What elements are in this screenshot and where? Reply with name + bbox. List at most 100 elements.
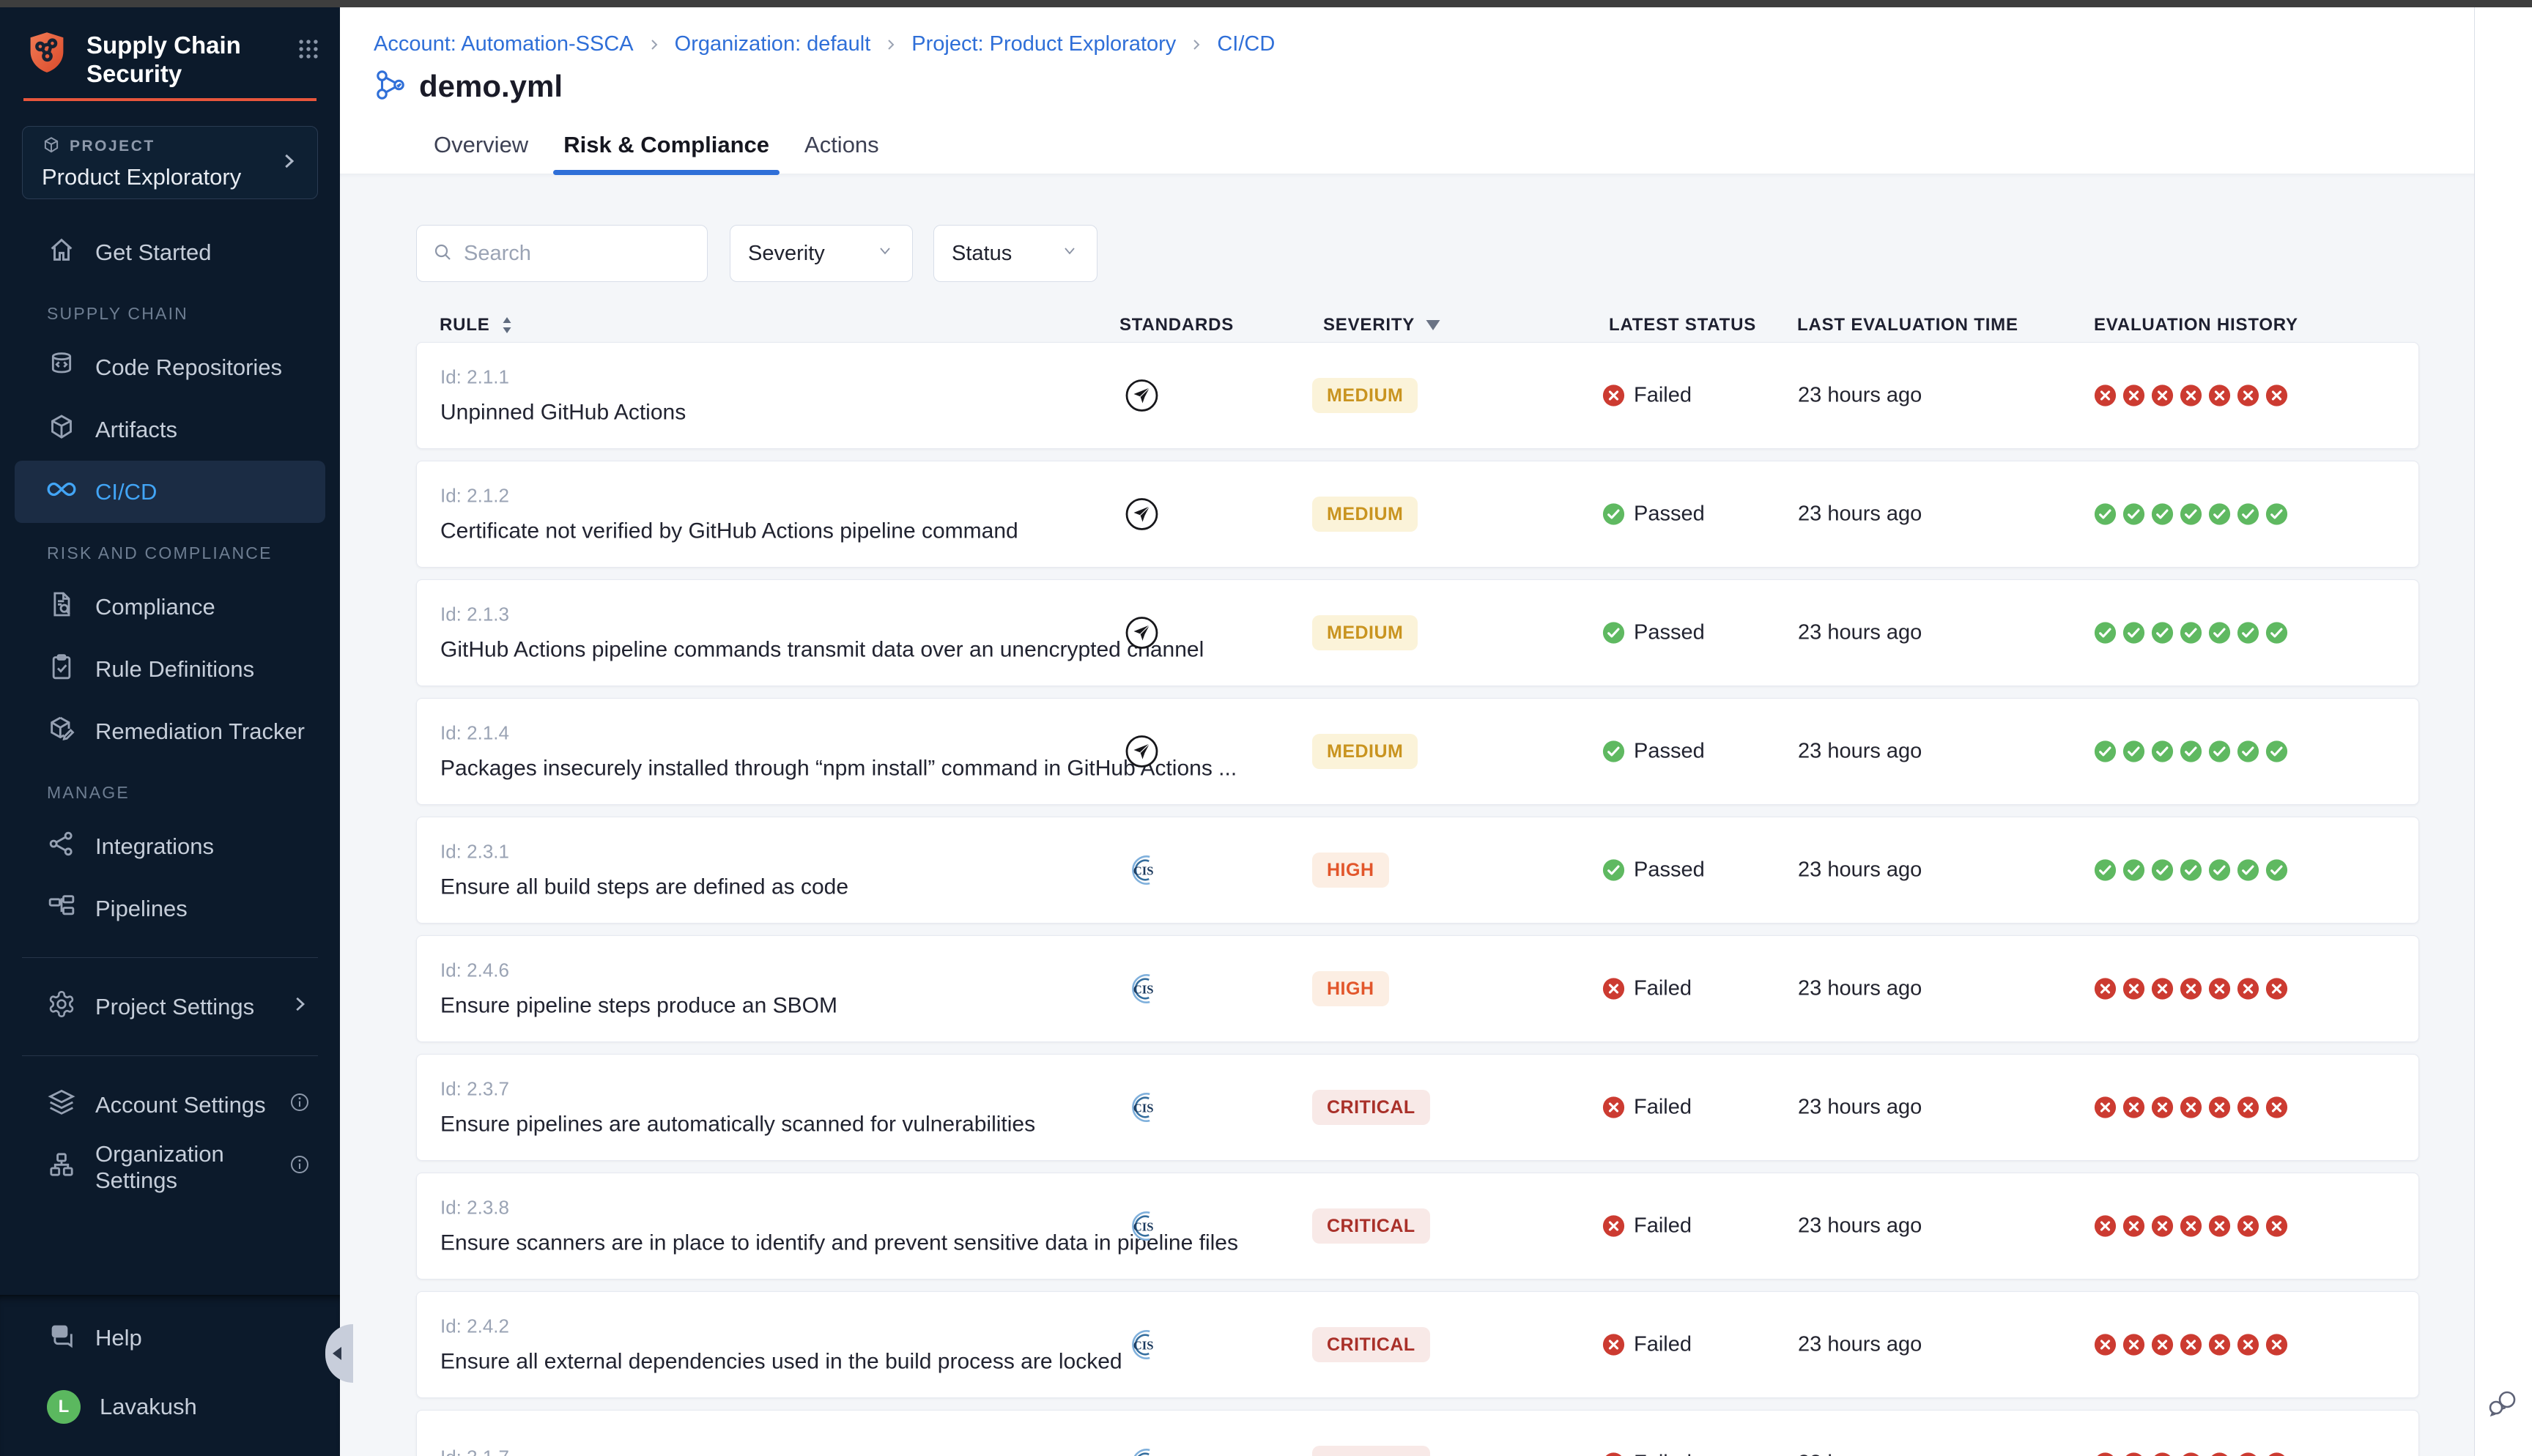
svg-text:CIS: CIS	[1133, 1338, 1154, 1352]
owasp-standard-icon	[1125, 616, 1159, 650]
table-row[interactable]: Id: 3.1.7 CIS CRITICAL Failed	[416, 1410, 2419, 1456]
search-input[interactable]	[464, 242, 692, 266]
table-row[interactable]: Id: 2.1.1 Unpinned GitHub Actions CIS ME…	[416, 342, 2419, 449]
rule-title: Ensure scanners are in place to identify…	[440, 1231, 1100, 1256]
sidebar-item-remediation-tracker[interactable]: Remediation Tracker	[0, 700, 340, 762]
info-icon[interactable]	[289, 1091, 311, 1119]
infinity-icon	[47, 475, 76, 510]
sort-desc-icon	[1425, 319, 1441, 331]
eval-time: 23 hours ago	[1798, 977, 1922, 1001]
check-circle-icon	[2180, 740, 2202, 763]
sidebar-item-integrations[interactable]: Integrations	[0, 815, 340, 877]
eval-time: 23 hours ago	[1798, 502, 1922, 527]
x-circle-icon	[2180, 1096, 2202, 1119]
svg-text:CIS: CIS	[1133, 982, 1154, 996]
x-circle-icon	[2180, 1334, 2202, 1356]
x-circle-icon	[2151, 385, 2174, 407]
eval-time: 23 hours ago	[1798, 621, 1922, 645]
project-label: PROJECT	[70, 138, 155, 155]
status-cell: Passed	[1602, 858, 1705, 883]
project-selector[interactable]: PROJECT Product Exploratory	[22, 126, 318, 199]
status-icon	[1602, 622, 1625, 645]
severity-cell: CRITICAL	[1312, 1090, 1430, 1125]
sidebar-nav: Get Started SUPPLY CHAIN Code Repositori…	[0, 221, 340, 940]
table-row[interactable]: Id: 2.3.1 Ensure all build steps are def…	[416, 817, 2419, 924]
rule-cell: Id: 2.1.2 Certificate not verified by Gi…	[440, 485, 1018, 544]
user-avatar: L	[47, 1390, 81, 1424]
sidebar-item-account-settings[interactable]: Account Settings	[0, 1074, 340, 1136]
table-row[interactable]: Id: 2.4.2 Ensure all external dependenci…	[416, 1291, 2419, 1398]
info-icon[interactable]	[289, 1154, 311, 1181]
status-icon	[1602, 740, 1625, 763]
column-header-rule[interactable]: RULE	[440, 315, 514, 335]
table-row[interactable]: Id: 2.1.2 Certificate not verified by Gi…	[416, 461, 2419, 568]
org-hierarchy-icon	[47, 1150, 76, 1185]
support-chat-button[interactable]	[2484, 1386, 2522, 1424]
history-cell	[2094, 1452, 2288, 1456]
column-header-severity[interactable]: SEVERITY	[1323, 315, 1441, 335]
table-header: RULE STANDARDS SEVERITY LATEST STATUS LA…	[416, 308, 2419, 342]
history-cell	[2094, 503, 2288, 526]
sidebar-item-compliance[interactable]: Compliance	[0, 576, 340, 638]
status-filter-dropdown[interactable]: Status	[933, 225, 1097, 282]
status-label: Failed	[1634, 1096, 1692, 1120]
breadcrumb-organization[interactable]: Organization: default	[675, 32, 871, 56]
x-circle-icon	[2265, 978, 2288, 1000]
table-row[interactable]: Id: 2.3.8 Ensure scanners are in place t…	[416, 1173, 2419, 1279]
rule-cell: Id: 2.3.8 Ensure scanners are in place t…	[440, 1197, 1100, 1256]
sidebar-item-cicd[interactable]: CI/CD	[15, 461, 325, 523]
rule-id: Id: 2.3.7	[440, 1078, 1035, 1101]
check-circle-icon	[2237, 622, 2259, 645]
user-menu[interactable]: L Lavakush	[0, 1381, 340, 1433]
tab-overview[interactable]: Overview	[423, 115, 538, 175]
breadcrumb-cicd[interactable]: CI/CD	[1217, 32, 1275, 56]
sidebar-item-organization-settings[interactable]: Organization Settings	[0, 1136, 340, 1198]
x-circle-icon	[2180, 385, 2202, 407]
check-circle-icon	[2151, 859, 2174, 882]
x-circle-icon	[2122, 1334, 2145, 1356]
sidebar-item-rule-definitions[interactable]: Rule Definitions	[0, 638, 340, 700]
table-row[interactable]: Id: 2.1.3 GitHub Actions pipeline comman…	[416, 579, 2419, 686]
status-cell: Failed	[1602, 977, 1692, 1001]
supply-chain-security-logo-icon	[23, 29, 70, 76]
collapse-arrow-icon	[333, 1347, 341, 1360]
chevron-right-icon	[278, 150, 300, 176]
rule-cell: Id: 2.1.1 Unpinned GitHub Actions	[440, 366, 686, 426]
tab-actions[interactable]: Actions	[794, 115, 889, 175]
sidebar-item-project-settings[interactable]: Project Settings	[0, 976, 340, 1038]
cis-standard-icon: CIS	[1125, 1091, 1159, 1125]
breadcrumb-project[interactable]: Project: Product Exploratory	[911, 32, 1176, 56]
status-cell: Failed	[1602, 384, 1692, 408]
breadcrumb-account[interactable]: Account: Automation-SSCA	[374, 32, 634, 56]
check-circle-icon	[2094, 503, 2117, 526]
check-circle-icon	[2208, 503, 2231, 526]
help-button[interactable]: ? Help	[0, 1312, 340, 1364]
sidebar-item-pipelines[interactable]: Pipelines	[0, 877, 340, 940]
rule-cell: Id: 2.1.3 GitHub Actions pipeline comman…	[440, 603, 1100, 663]
sidebar-item-get-started[interactable]: Get Started	[0, 221, 340, 283]
table-row[interactable]: Id: 2.3.7 Ensure pipelines are automatic…	[416, 1054, 2419, 1161]
standards-cell: CIS	[1125, 1091, 1159, 1125]
sidebar-footer: ? Help L Lavakush	[0, 1295, 340, 1456]
check-circle-icon	[2122, 740, 2145, 763]
status-cell: Failed	[1602, 1214, 1692, 1238]
severity-filter-dropdown[interactable]: Severity	[730, 225, 913, 282]
search-icon	[432, 241, 454, 267]
search-field	[416, 225, 708, 282]
sidebar-item-code-repositories[interactable]: Code Repositories	[0, 336, 340, 398]
severity-badge: CRITICAL	[1312, 1208, 1430, 1244]
x-circle-icon	[2237, 385, 2259, 407]
check-circle-icon	[2180, 503, 2202, 526]
module-grid-icon[interactable]	[296, 37, 321, 62]
tab-risk-and-compliance[interactable]: Risk & Compliance	[553, 115, 780, 175]
rule-title: Ensure all build steps are defined as co…	[440, 875, 848, 900]
check-circle-icon	[2151, 740, 2174, 763]
rule-cell: Id: 2.3.7 Ensure pipelines are automatic…	[440, 1078, 1035, 1137]
app-title: Supply Chain Security	[86, 29, 241, 88]
sidebar-item-artifacts[interactable]: Artifacts	[0, 398, 340, 461]
rule-title: Certificate not verified by GitHub Actio…	[440, 519, 1018, 544]
table-row[interactable]: Id: 2.4.6 Ensure pipeline steps produce …	[416, 935, 2419, 1042]
severity-cell: CRITICAL	[1312, 1446, 1430, 1456]
table-row[interactable]: Id: 2.1.4 Packages insecurely installed …	[416, 698, 2419, 805]
user-name: Lavakush	[100, 1394, 197, 1420]
